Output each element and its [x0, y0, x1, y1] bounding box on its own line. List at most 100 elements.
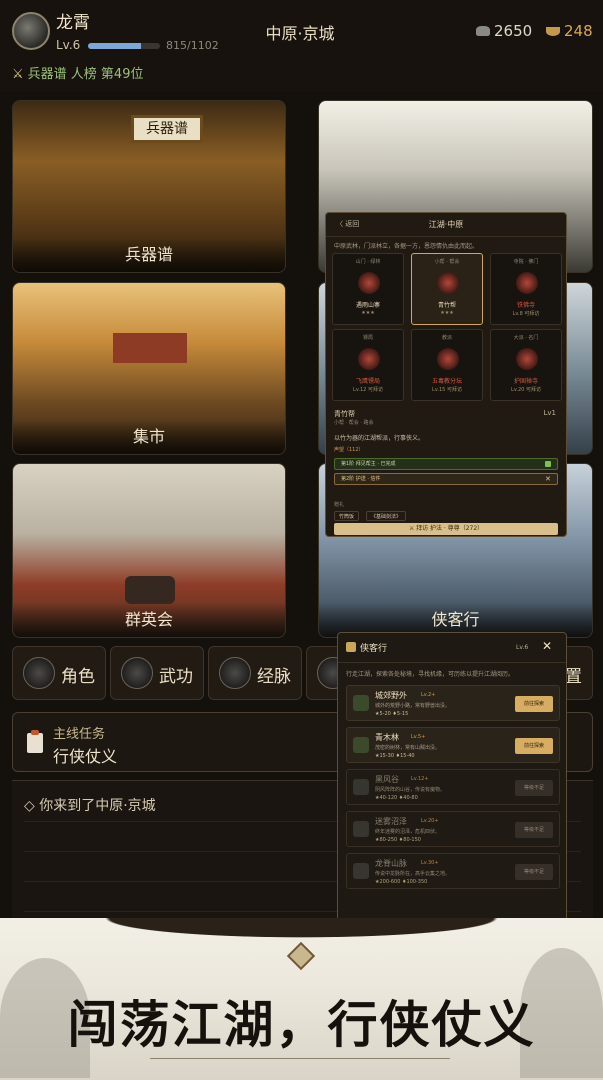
area-name: 青木林: [375, 733, 399, 742]
jianghu-desc: 中原武林，门派林立，各据一方，恩怨情仇由此而起。: [334, 243, 479, 250]
explore-area-row-locked[interactable]: 龙脊山脉 Lv.30+ 传说中龙脉所在，高手云集之地。 ★200-600 ♦10…: [346, 853, 560, 889]
check-icon: [545, 461, 551, 467]
player-level: Lv.6: [56, 38, 81, 52]
player-avatar[interactable]: [12, 12, 50, 50]
area-level: Lv.12+: [411, 776, 429, 782]
log-line: ◇ 你来到了中原·京城: [24, 798, 156, 814]
explore-button[interactable]: 前往探索: [515, 738, 553, 754]
sect-emblem-icon: [437, 272, 459, 294]
explore-area-row[interactable]: 青木林 Lv.5+ 茂密的树林，常有山贼出没。 ★15-30 ♦15-40 前往…: [346, 727, 560, 763]
jianghu-title: 江湖·中原: [428, 220, 464, 229]
selected-sect-level: Lv1: [543, 409, 557, 417]
sect-card-selected[interactable]: 小帮 · 帮会 青竹帮 ★★★: [411, 253, 483, 325]
explore-area-row-locked[interactable]: 黑风谷 Lv.12+ 阴风阵阵的山谷，传说有魔物。 ★40-120 ♦40-80…: [346, 769, 560, 805]
grass-icon: [353, 695, 369, 711]
area-name: 黑风谷: [375, 775, 399, 784]
banner-divider: [150, 1058, 450, 1059]
gift-item[interactable]: 《基础剑法》: [366, 511, 407, 521]
area-reward: ★40-120 ♦40-80: [375, 795, 418, 801]
sect-emblem-icon: [358, 272, 380, 294]
explore-area-row[interactable]: 城郊野外 Lv.2+ 城外的荒野小路，常有野兽出没。 ★5-20 ♦5-15 前…: [346, 685, 560, 721]
area-reward: ★15-30 ♦15-40: [375, 753, 415, 759]
explore-button[interactable]: 前往探索: [515, 696, 553, 712]
sect-quest-row[interactable]: 第2阶 护送 · 信件 ✕: [334, 473, 558, 485]
sect-tag: 大派 · 名门: [513, 335, 539, 341]
gift-item[interactable]: 竹筒饭: [334, 511, 360, 521]
area-reward: ★80-250 ♦80-150: [375, 837, 421, 843]
visit-sect-button[interactable]: ⚔ 拜访 护法 · 尊尊（272）: [334, 523, 558, 535]
swamp-icon: [353, 821, 369, 837]
sect-emblem-icon: [437, 348, 459, 370]
area-reward: ★200-600 ♦100-350: [375, 879, 428, 885]
scene-card-heroes[interactable]: 群英会: [12, 463, 286, 638]
jianghu-panel: 〈 返回 江湖·中原 中原武林，门派林立，各据一方，恩怨情仇由此而起。 山门 ·…: [325, 212, 567, 537]
location-title: 中原·京城: [265, 24, 335, 43]
market-gate-illustration: [113, 333, 187, 363]
quest-label: 主线任务: [53, 727, 106, 742]
scene-label-heroes: 群英会: [13, 603, 285, 637]
tree-icon: [353, 737, 369, 753]
selected-sect-intro: 以竹为器的江湖帮派，行事侠义。: [334, 435, 425, 442]
locked-button[interactable]: 等级不足: [515, 864, 553, 880]
sect-card[interactable]: 寺院 · 佛门 铁佛寺 Lv.8 可拜访: [490, 253, 562, 325]
locked-button[interactable]: 等级不足: [515, 822, 553, 838]
xiake-header: 侠客行 Lv.6 ✕: [338, 633, 566, 663]
scene-card-market[interactable]: 集市: [12, 282, 286, 455]
area-name: 迷雾沼泽: [375, 817, 407, 826]
sect-tag: 镖局: [362, 335, 373, 341]
selected-sect-name: 青竹帮: [334, 410, 355, 418]
explore-area-row-locked[interactable]: 迷雾沼泽 Lv.20+ 终年迷雾的沼泽，危机四伏。 ★80-250 ♦80-15…: [346, 811, 560, 847]
valley-icon: [353, 779, 369, 795]
sect-card[interactable]: 镖局 飞鹰镖局 Lv.12 可拜访: [332, 329, 404, 401]
arena-illustration: [125, 576, 175, 604]
sect-name: 青竹帮: [437, 302, 456, 309]
close-icon[interactable]: ✕: [542, 639, 552, 653]
scene-card-armory[interactable]: 兵器谱 兵器谱: [12, 100, 286, 273]
gold-count: 248: [564, 22, 593, 40]
meridian-label: 经脉: [257, 667, 291, 687]
exp-text: 815/1102: [166, 39, 219, 52]
sect-emblem-icon: [516, 348, 538, 370]
map-icon: [346, 642, 356, 652]
gift-label: 赠礼: [334, 502, 345, 508]
area-level: Lv.30+: [421, 860, 439, 866]
player-name: 龙霄: [56, 13, 90, 33]
sect-name: 护国禅寺: [513, 378, 538, 385]
sect-quest-row[interactable]: 第1阶 拜见帮主 · 已完成: [334, 458, 558, 470]
role-button[interactable]: 角色: [12, 646, 106, 700]
scene-label-market: 集市: [13, 420, 285, 454]
area-desc: 阴风阵阵的山谷，传说有魔物。: [375, 787, 446, 793]
exp-progress-fill: [88, 43, 142, 49]
sect-card[interactable]: 山门 · 绿林 遇雨山寨 ★★★: [332, 253, 404, 325]
area-desc: 传说中龙脉所在，高手云集之地。: [375, 871, 451, 877]
sect-requirement: Lv.8 可拜访: [512, 311, 540, 317]
sect-card[interactable]: 教派 五毒教分坛 Lv.15 可拜访: [411, 329, 483, 401]
sect-emblem-icon: [358, 348, 380, 370]
rank-link[interactable]: ⚔ 兵器谱 人榜 第49位: [12, 63, 143, 82]
sect-name: 铁佛寺: [516, 302, 535, 309]
sect-emblem-icon: [516, 272, 538, 294]
character-portrait-icon: [23, 657, 55, 689]
rank-text: 兵器谱 人榜 第49位: [27, 67, 144, 82]
scene-label-armory: 兵器谱: [13, 238, 285, 272]
silver-ingot-icon: [476, 26, 490, 36]
sect-tag: 小帮 · 帮会: [434, 259, 460, 265]
top-bar: 龙霄 Lv.6 815/1102 中原·京城 2650 248 ⚔ 兵器谱 人榜 …: [0, 0, 603, 92]
reputation-text: 声望（112）: [334, 447, 364, 453]
locked-button[interactable]: 等级不足: [515, 780, 553, 796]
sect-requirement: Lv.12 可拜访: [353, 387, 383, 393]
martial-arts-button[interactable]: 武功: [110, 646, 204, 700]
sect-card[interactable]: 大派 · 名门 护国禅寺 Lv.20 可拜访: [490, 329, 562, 401]
meridian-button[interactable]: 经脉: [208, 646, 302, 700]
martial-arts-icon: [121, 657, 153, 689]
sect-requirement: Lv.15 可拜访: [432, 387, 462, 393]
cross-icon: ✕: [545, 475, 551, 483]
xiake-panel: 侠客行 Lv.6 ✕ 行走江湖，探索各处秘境，寻找机缘，可历练以提升江湖阅历。 …: [337, 632, 567, 952]
area-desc: 茂密的树林，常有山贼出没。: [375, 745, 441, 751]
sect-quest-text: 第2阶 护送 · 信件: [341, 476, 381, 482]
area-level: Lv.2+: [421, 692, 436, 698]
area-name: 龙脊山脉: [375, 859, 407, 868]
xiake-level: Lv.6: [516, 644, 529, 651]
selected-sect-tags: 小帮 · 帮会 · 路会: [334, 420, 374, 426]
area-reward: ★5-20 ♦5-15: [375, 711, 409, 717]
